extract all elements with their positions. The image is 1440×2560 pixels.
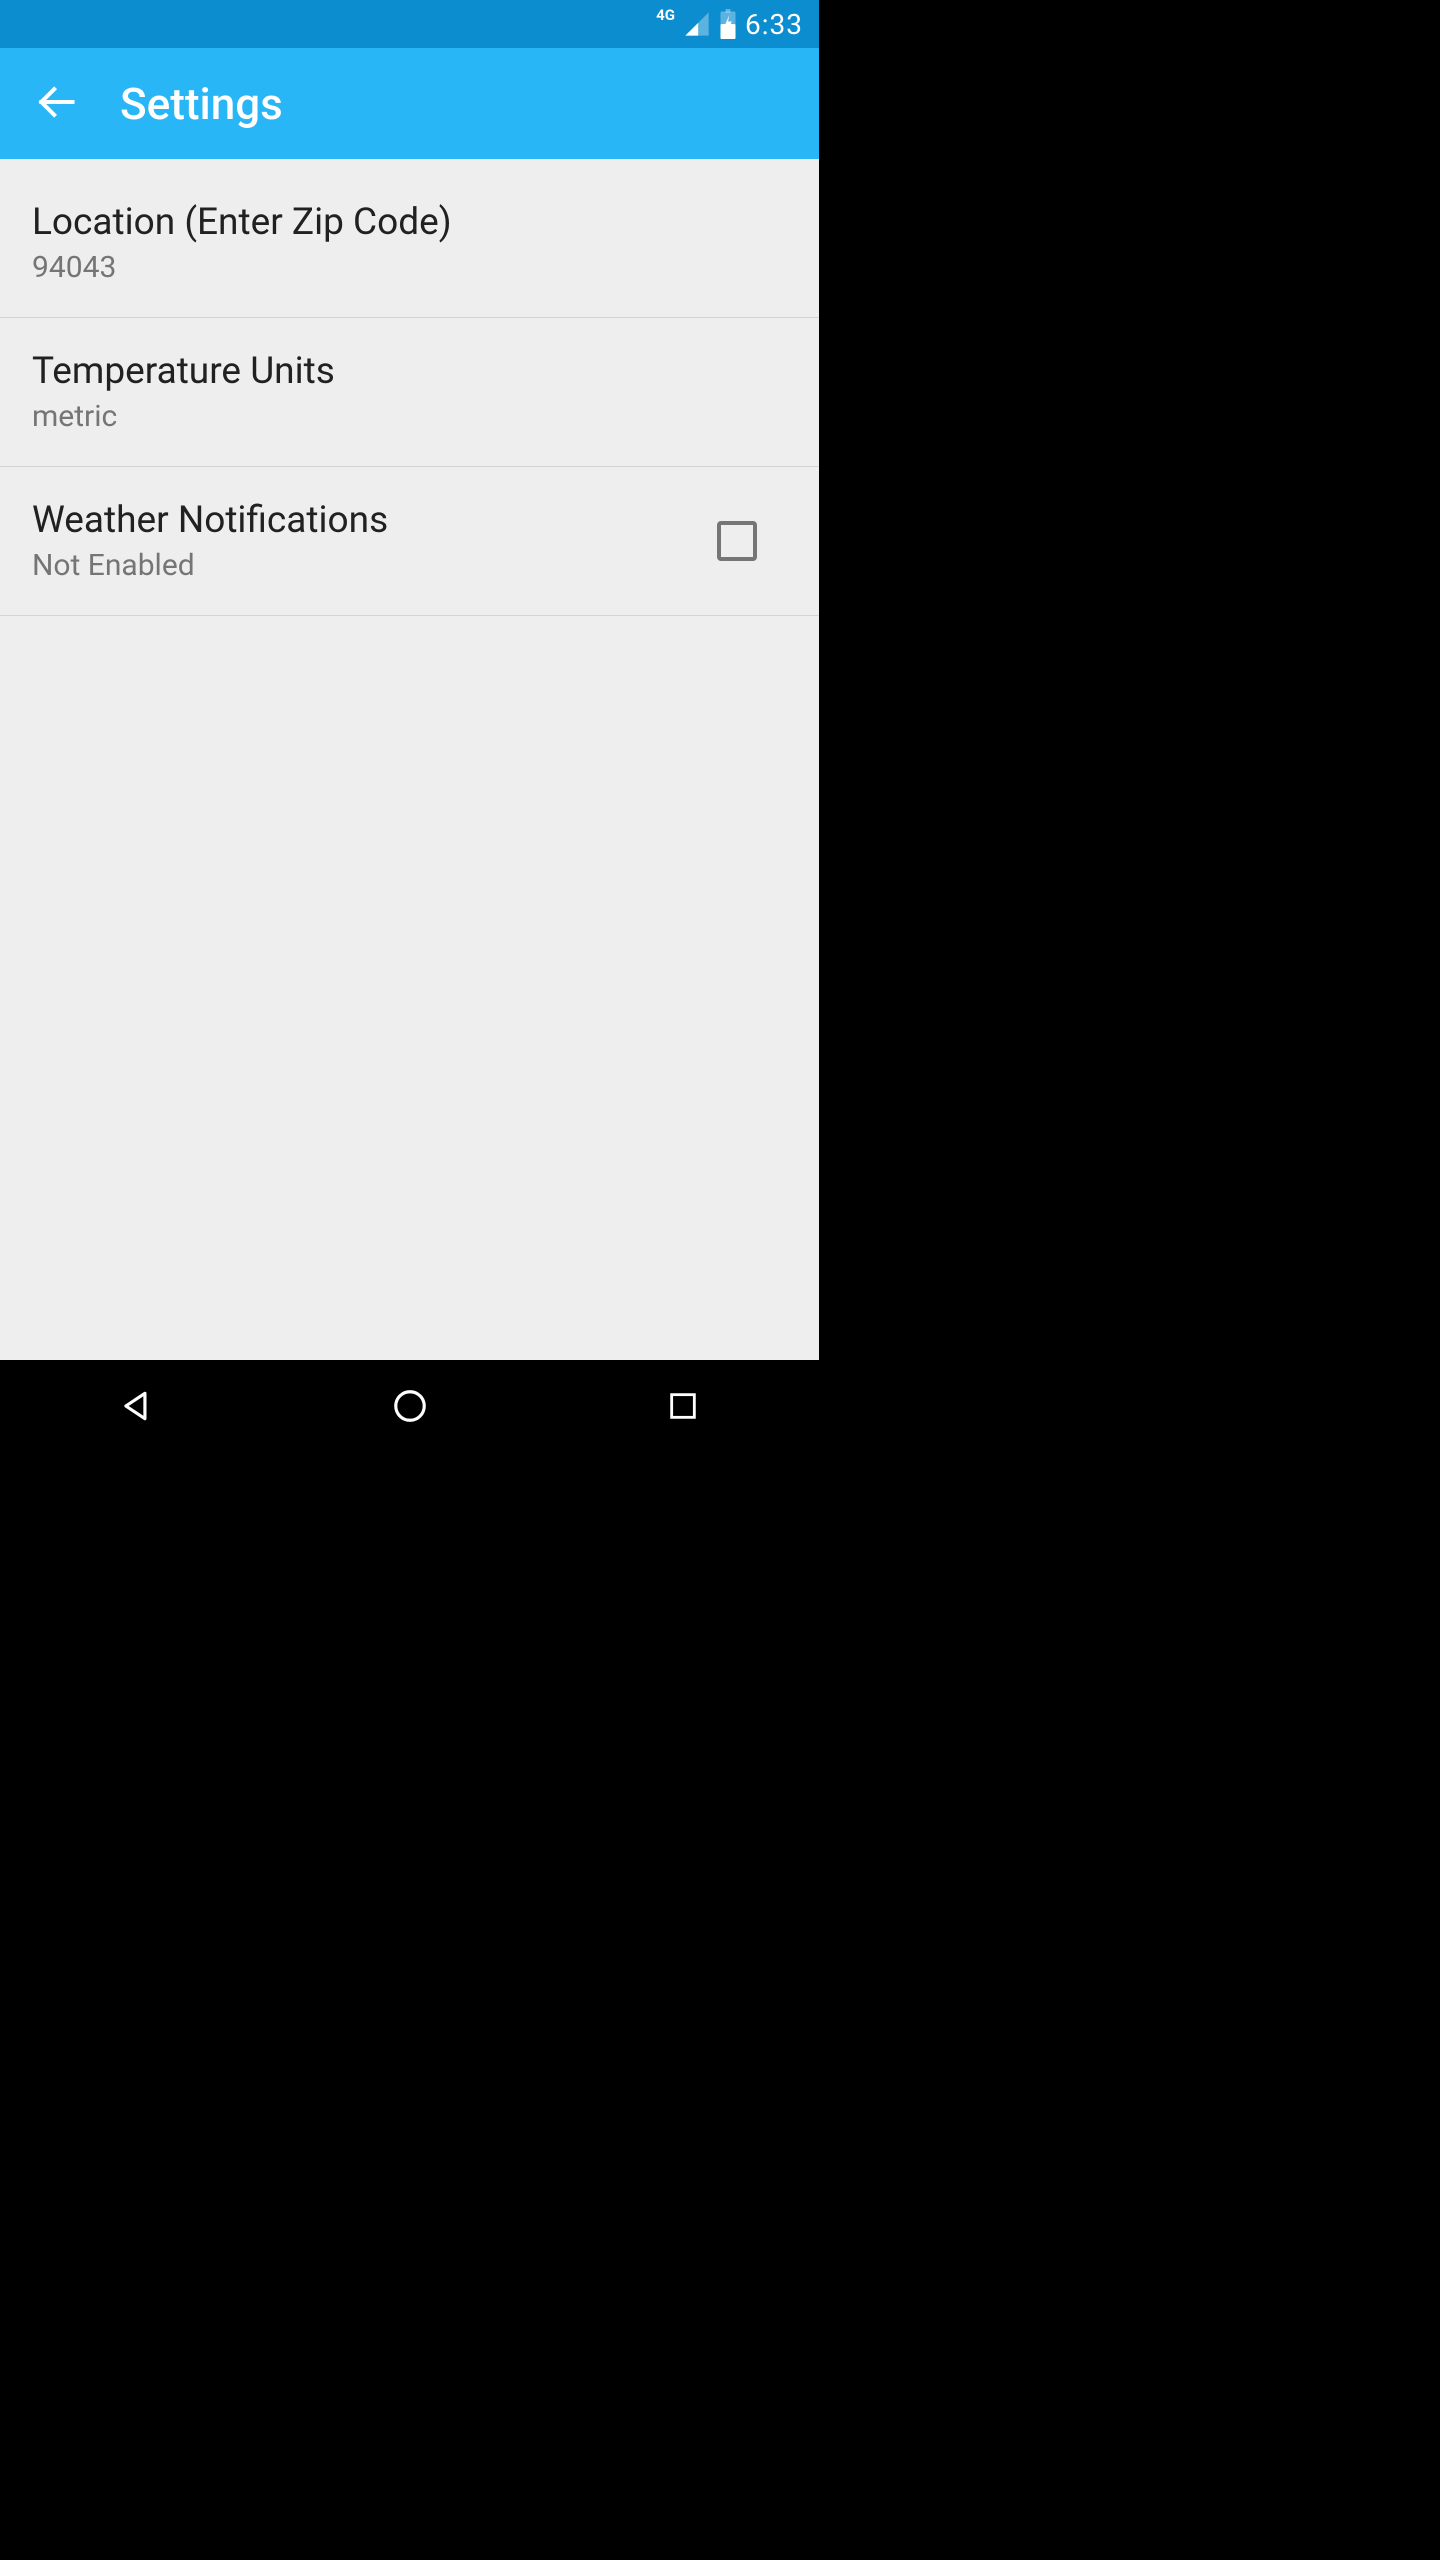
- app-bar: Settings: [0, 48, 819, 159]
- status-bar: 4G 6:33: [0, 0, 819, 48]
- setting-temperature-title: Temperature Units: [32, 350, 335, 393]
- setting-location-title: Location (Enter Zip Code): [32, 201, 452, 244]
- setting-weather-notifications[interactable]: Weather Notifications Not Enabled: [0, 467, 819, 616]
- setting-location[interactable]: Location (Enter Zip Code) 94043: [0, 159, 819, 318]
- network-type-label: 4G: [656, 6, 675, 24]
- page-title: Settings: [120, 78, 283, 130]
- setting-notifications-value: Not Enabled: [32, 548, 388, 583]
- square-recent-icon: [666, 1389, 700, 1427]
- nav-recent-button[interactable]: [623, 1378, 743, 1438]
- setting-temperature-value: metric: [32, 399, 335, 434]
- battery-charging-icon: [719, 9, 737, 39]
- nav-back-button[interactable]: [77, 1378, 197, 1438]
- setting-notifications-title: Weather Notifications: [32, 499, 388, 542]
- status-time: 6:33: [745, 8, 803, 41]
- arrow-left-icon: [34, 80, 78, 128]
- back-button[interactable]: [26, 74, 86, 134]
- android-nav-bar: [0, 1360, 819, 1456]
- circle-home-icon: [391, 1387, 429, 1429]
- notifications-checkbox[interactable]: [717, 521, 757, 561]
- triangle-back-icon: [118, 1387, 156, 1429]
- setting-temperature-units[interactable]: Temperature Units metric: [0, 318, 819, 467]
- setting-location-value: 94043: [32, 250, 452, 285]
- settings-content: Location (Enter Zip Code) 94043 Temperat…: [0, 159, 819, 1360]
- nav-home-button[interactable]: [350, 1378, 470, 1438]
- screen: 4G 6:33 Settings Location (Enter Zip Cod…: [0, 0, 819, 1456]
- signal-icon: [683, 10, 711, 38]
